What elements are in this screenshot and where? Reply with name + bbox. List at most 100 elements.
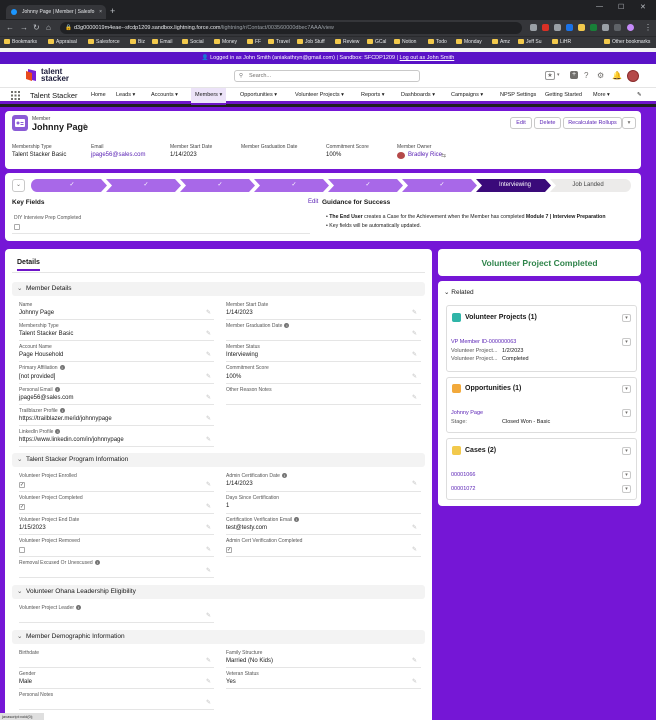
recalculate-rollups-button[interactable]: Recalculate Rollups (563, 117, 622, 129)
row-actions-dropdown[interactable]: ▾ (622, 485, 631, 493)
verification-email-link[interactable]: test@testy.com (226, 525, 267, 531)
bookmark-item[interactable]: Notion (394, 37, 416, 48)
bookmark-item[interactable]: Job Stuff (297, 37, 325, 48)
hierarchy-icon[interactable]: ⚘ (82, 123, 87, 130)
more-actions-dropdown[interactable]: ▾ (622, 117, 636, 129)
personal-email-link[interactable]: jpage56@sales.com (19, 395, 73, 401)
opportunity-link[interactable]: Johnny Page (451, 410, 483, 416)
bookmark-item[interactable]: Money (214, 37, 237, 48)
edit-pencil-icon[interactable]: ✎ (206, 612, 211, 619)
bookmark-item[interactable]: Bookmarks (4, 37, 37, 48)
bookmark-item[interactable]: Appraisal (48, 37, 77, 48)
extension-blue-icon[interactable] (566, 24, 573, 31)
back-icon[interactable]: ← (6, 22, 14, 33)
bookmark-item[interactable]: GCal (367, 37, 386, 48)
bookmark-item[interactable]: Monday (456, 37, 482, 48)
user-avatar[interactable] (627, 70, 639, 82)
reload-icon[interactable]: ↻ (33, 22, 40, 33)
section-demographic-info[interactable]: ⌄ Member Demographic Information (12, 630, 425, 644)
chrome-menu-icon[interactable]: ⋮ (644, 22, 652, 33)
case-link[interactable]: 00001072 (451, 486, 475, 492)
logout-link[interactable]: Log out as John Smith (400, 55, 455, 61)
section-program-information[interactable]: ⌄ Talent Stacker Program Information (12, 453, 425, 467)
bookmark-item[interactable]: Amz (492, 37, 510, 48)
linkedin-link[interactable]: https://www.linkedin.com/in/johnnypage (19, 437, 124, 443)
browser-tab[interactable]: Johnny Page | Member | Salesfo × (6, 5, 106, 19)
bookmark-star-icon[interactable] (578, 24, 585, 31)
related-list-menu-dropdown[interactable]: ▾ (622, 447, 631, 455)
edit-button[interactable]: Edit (510, 117, 532, 129)
section-member-details[interactable]: ⌄ Member Details (12, 282, 425, 296)
owner-link[interactable]: Bradley Rice (408, 152, 442, 158)
new-tab-icon[interactable]: + (110, 5, 115, 17)
share-icon[interactable] (530, 24, 537, 31)
help-icon[interactable]: ? (584, 71, 588, 80)
minimize-icon[interactable]: — (596, 3, 603, 10)
edit-pencil-icon[interactable]: ✎ (206, 678, 211, 685)
profile-avatar-icon[interactable] (627, 24, 634, 31)
key-fields-edit-link[interactable]: Edit (308, 199, 318, 205)
edit-pencil-icon[interactable]: ✎ (412, 373, 417, 380)
bookmark-item[interactable]: Review (335, 37, 359, 48)
edit-pencil-icon[interactable]: ✎ (206, 657, 211, 664)
edit-pencil-icon[interactable]: ✎ (206, 481, 211, 488)
edit-pencil-icon[interactable]: ✎ (412, 480, 417, 487)
edit-pencil-icon[interactable]: ✎ (206, 699, 211, 706)
nav-item-members[interactable]: Members ▾ (191, 88, 227, 105)
edit-pencil-icon[interactable]: ✎ (412, 330, 417, 337)
edit-pencil-icon[interactable]: ✎ (206, 524, 211, 531)
related-list-menu-dropdown[interactable]: ▾ (622, 385, 631, 393)
extension-green-icon[interactable] (590, 24, 597, 31)
bookmark-item[interactable]: Other bookmarks (604, 37, 650, 48)
nav-item-leads[interactable]: Leads ▾ (116, 88, 135, 103)
nav-item-dashboards[interactable]: Dashboards ▾ (401, 88, 435, 103)
edit-pencil-icon[interactable]: ✎ (412, 309, 417, 316)
close-window-icon[interactable]: ✕ (640, 3, 646, 11)
related-list-title[interactable]: Volunteer Projects (1) (465, 313, 537, 323)
edit-pencil-icon[interactable]: ✎ (206, 436, 211, 443)
nav-item-opportunities[interactable]: Opportunities ▾ (240, 88, 277, 103)
account-link[interactable]: Page Household (19, 352, 63, 358)
related-list-title[interactable]: Cases (2) (465, 446, 496, 456)
edit-pencil-icon[interactable]: ✎ (206, 546, 211, 553)
edit-pencil-icon[interactable]: ✎ (206, 309, 211, 316)
extension-icon[interactable] (554, 24, 561, 31)
section-ohana-leadership[interactable]: ⌄ Volunteer Ohana Leadership Eligibility (12, 585, 425, 599)
global-search-input[interactable]: ⚲ Search... (234, 70, 420, 82)
url-input[interactable]: 🔒 d3g0000019m4eae--sfcdp1209.sandbox.lig… (60, 22, 522, 34)
forward-icon[interactable]: → (20, 22, 28, 33)
related-header[interactable]: ⌄ Related (444, 288, 474, 296)
edit-pencil-icon[interactable]: ✎ (412, 546, 417, 553)
row-actions-dropdown[interactable]: ▾ (622, 471, 631, 479)
nav-item-home[interactable]: Home (91, 88, 106, 103)
sidepanel-icon[interactable] (614, 24, 621, 31)
extension-red-icon[interactable] (542, 24, 549, 31)
favorites-dropdown-icon[interactable]: ▾ (557, 71, 560, 80)
bookmark-item[interactable]: Jeff Su (518, 37, 541, 48)
nav-item-accounts[interactable]: Accounts ▾ (151, 88, 178, 103)
bookmark-item[interactable]: Todo (428, 37, 447, 48)
edit-pencil-icon[interactable]: ✎ (206, 351, 211, 358)
close-tab-icon[interactable]: × (99, 5, 102, 19)
related-list-menu-dropdown[interactable]: ▾ (622, 314, 631, 322)
puzzle-icon[interactable] (602, 24, 609, 31)
app-launcher-icon[interactable] (11, 91, 20, 100)
nav-item-getting-started[interactable]: Getting Started (545, 88, 582, 103)
edit-pencil-icon[interactable]: ✎ (412, 524, 417, 531)
nav-item-npsp-settings[interactable]: NPSP Settings (500, 88, 536, 103)
edit-pencil-icon[interactable]: ✎ (412, 351, 417, 358)
bookmark-item[interactable]: FF (247, 37, 261, 48)
bookmark-item[interactable]: Travel (268, 37, 290, 48)
row-actions-dropdown[interactable]: ▾ (622, 409, 631, 417)
edit-pencil-icon[interactable]: ✎ (206, 415, 211, 422)
nav-item-more[interactable]: More ▾ (593, 88, 610, 103)
email-link[interactable]: jpage56@sales.com (91, 152, 145, 158)
change-owner-icon[interactable]: ⇆ (441, 152, 446, 159)
edit-pencil-icon[interactable]: ✎ (206, 373, 211, 380)
edit-pencil-icon[interactable]: ✎ (412, 678, 417, 685)
affiliation-link[interactable]: [not provided] (19, 374, 55, 380)
bookmark-item[interactable]: Email (152, 37, 173, 48)
row-actions-dropdown[interactable]: ▾ (622, 338, 631, 346)
edit-pencil-icon[interactable]: ✎ (206, 394, 211, 401)
edit-pencil-icon[interactable]: ✎ (206, 330, 211, 337)
